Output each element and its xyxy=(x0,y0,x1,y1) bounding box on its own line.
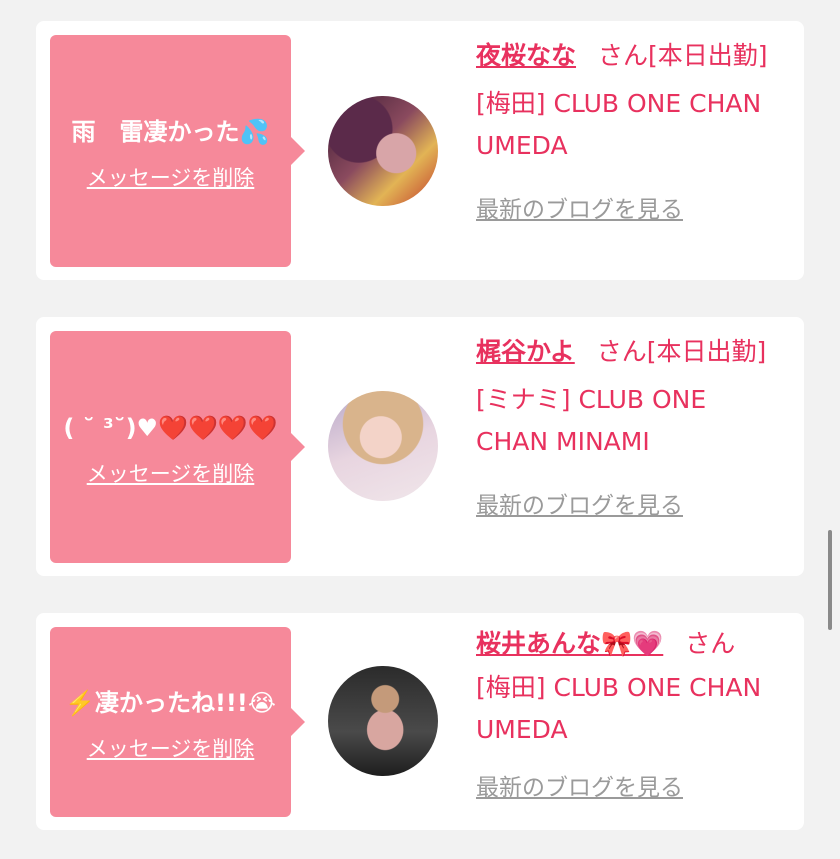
message-bubble: ( ˘ ³˘)♥❤️❤️❤️❤️ メッセージを削除 xyxy=(50,331,305,563)
honorific: さん xyxy=(596,337,647,366)
cast-name-link[interactable]: 梶谷かよ xyxy=(476,337,575,366)
message-card: 雨 雷凄かった💦 メッセージを削除 夜桜なな さん[本日出勤] [梅田] CLUB… xyxy=(36,21,804,280)
honorific: さん xyxy=(685,629,736,658)
today-badge: [本日出勤] xyxy=(646,337,767,366)
shop-name: [梅田] CLUB ONE CHAN UMEDA xyxy=(476,673,762,744)
message-text: ⚡️凄かったね!!!😭 xyxy=(65,689,276,717)
latest-blog-link[interactable]: 最新のブログを見る xyxy=(476,189,786,231)
delete-message-link[interactable]: メッセージを削除 xyxy=(87,733,255,763)
delete-message-link[interactable]: メッセージを削除 xyxy=(87,162,255,192)
latest-blog-link[interactable]: 最新のブログを見る xyxy=(476,485,786,527)
avatar[interactable] xyxy=(328,391,438,501)
shop-name: [ミナミ] CLUB ONE CHAN MINAMI xyxy=(476,385,707,456)
message-bubble: ⚡️凄かったね!!!😭 メッセージを削除 xyxy=(50,627,305,817)
today-badge: [本日出勤] xyxy=(648,41,768,70)
message-card: ( ˘ ³˘)♥❤️❤️❤️❤️ メッセージを削除 梶谷かよ さん[本日出勤] [… xyxy=(36,317,804,576)
delete-message-link[interactable]: メッセージを削除 xyxy=(87,458,255,488)
message-bubble: 雨 雷凄かった💦 メッセージを削除 xyxy=(50,35,305,267)
cast-name-link[interactable]: 桜井あんな🎀💗 xyxy=(476,629,663,658)
vertical-scrollbar[interactable] xyxy=(828,530,832,630)
avatar[interactable] xyxy=(328,666,438,776)
cast-info: 桜井あんな🎀💗 さん [梅田] CLUB ONE CHAN UMEDA 最新のブロ… xyxy=(476,623,786,809)
honorific: さん xyxy=(598,41,649,70)
cast-name-link[interactable]: 夜桜なな xyxy=(476,41,576,70)
avatar[interactable] xyxy=(328,96,438,206)
message-text: ( ˘ ³˘)♥❤️❤️❤️❤️ xyxy=(63,414,278,442)
message-text: 雨 雷凄かった💦 xyxy=(71,118,270,146)
message-card: ⚡️凄かったね!!!😭 メッセージを削除 桜井あんな🎀💗 さん [梅田] CLUB… xyxy=(36,613,804,830)
cast-info: 夜桜なな さん[本日出勤] [梅田] CLUB ONE CHAN UMEDA 最新… xyxy=(476,35,786,231)
latest-blog-link[interactable]: 最新のブログを見る xyxy=(476,767,786,809)
cast-info: 梶谷かよ さん[本日出勤] [ミナミ] CLUB ONE CHAN MINAMI … xyxy=(476,331,786,527)
shop-name: [梅田] CLUB ONE CHAN UMEDA xyxy=(476,89,762,160)
